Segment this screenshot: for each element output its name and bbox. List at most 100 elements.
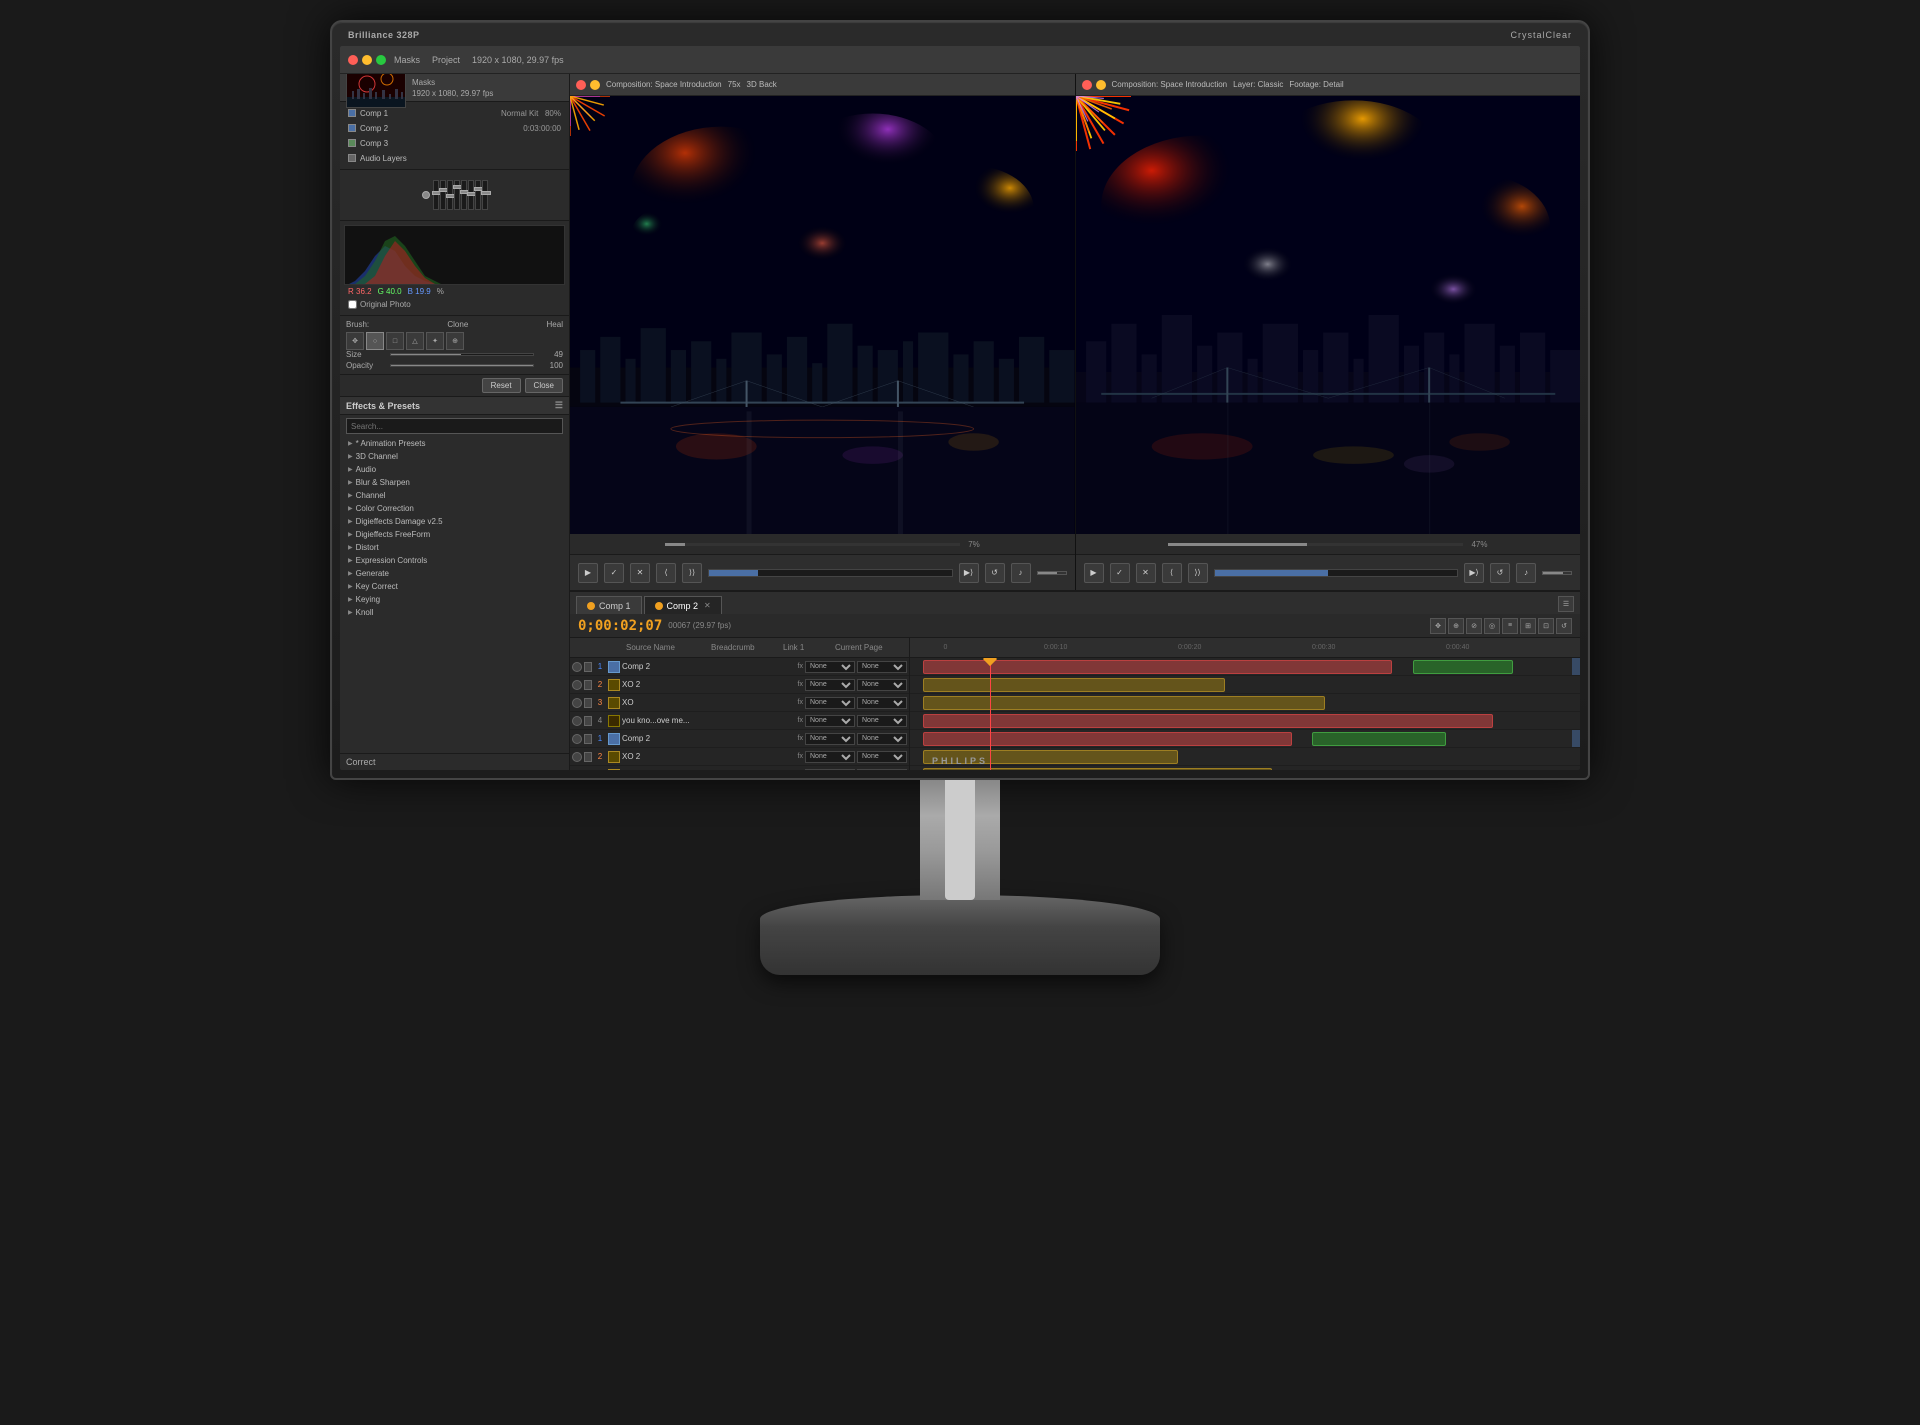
layer-row-3[interactable]: Comp 3 xyxy=(346,136,563,150)
effect-audio[interactable]: Audio xyxy=(340,463,569,476)
eye-3[interactable] xyxy=(572,716,582,726)
slider-track-1[interactable] xyxy=(433,180,439,210)
effect-keying[interactable]: Keying xyxy=(340,593,569,606)
x-btn-left[interactable]: ✕ xyxy=(630,563,650,583)
tool-brush[interactable]: ○ xyxy=(366,332,384,350)
eye-6[interactable] xyxy=(572,770,582,771)
tl-row-3[interactable]: 4 you kno...ove me... fx None xyxy=(570,712,909,730)
lock-5[interactable] xyxy=(584,752,592,762)
fx-2[interactable]: fx xyxy=(798,699,803,706)
effect-color-correction[interactable]: Color Correction xyxy=(340,502,569,515)
tl-row-6[interactable]: 3 XO fx None xyxy=(570,766,909,770)
eye-2[interactable] xyxy=(572,698,582,708)
layer-row-1[interactable]: Comp 1 Normal Kit 80% xyxy=(346,106,563,120)
fx-4[interactable]: fx xyxy=(798,735,803,742)
tl-tool-7[interactable]: ⊡ xyxy=(1538,618,1554,634)
next-btn-right[interactable]: ▶⟩ xyxy=(1464,563,1484,583)
tool-move[interactable]: ✥ xyxy=(346,332,364,350)
seek-bar-right[interactable] xyxy=(1168,543,1464,546)
page-select-2[interactable]: None xyxy=(857,697,907,709)
link1-select-2[interactable]: None xyxy=(805,697,855,709)
effect-generate[interactable]: Generate xyxy=(340,567,569,580)
tl-tool-5[interactable]: ≡ xyxy=(1502,618,1518,634)
check-btn-left[interactable]: ✓ xyxy=(604,563,624,583)
tool-rect[interactable]: □ xyxy=(386,332,404,350)
tl-tool-4[interactable]: ◎ xyxy=(1484,618,1500,634)
tool-magic[interactable]: ✦ xyxy=(426,332,444,350)
link1-select-6[interactable]: None xyxy=(805,769,855,771)
tl-row-0[interactable]: 1 Comp 2 fx None xyxy=(570,658,909,676)
close-window-btn[interactable] xyxy=(348,55,358,65)
effect-distort[interactable]: Distort xyxy=(340,541,569,554)
effect-knoll[interactable]: Knoll xyxy=(340,606,569,619)
tab-comp2[interactable]: Comp 2 ✕ xyxy=(644,596,722,614)
opacity-slider[interactable] xyxy=(390,364,534,367)
maximize-window-btn[interactable] xyxy=(376,55,386,65)
page-select-1[interactable]: None xyxy=(857,679,907,691)
check-btn-right[interactable]: ✓ xyxy=(1110,563,1130,583)
effect-digieffects-damage[interactable]: Digieffects Damage v2.5 xyxy=(340,515,569,528)
tl-tool-1[interactable]: ✥ xyxy=(1430,618,1446,634)
page-select-3[interactable]: None xyxy=(857,715,907,727)
fx-3[interactable]: fx xyxy=(798,717,803,724)
eye-0[interactable] xyxy=(572,662,582,672)
tl-tool-8[interactable]: ↺ xyxy=(1556,618,1572,634)
page-select-0[interactable]: None xyxy=(857,661,907,673)
next-frame-btn-right[interactable]: ⟩⟩ xyxy=(1188,563,1208,583)
effect-3d-channel[interactable]: 3D Channel xyxy=(340,450,569,463)
lock-3[interactable] xyxy=(584,716,592,726)
page-select-5[interactable]: None xyxy=(857,751,907,763)
tl-row-1[interactable]: 2 XO 2 fx None xyxy=(570,676,909,694)
link1-select-5[interactable]: None xyxy=(805,751,855,763)
slider-track-8[interactable] xyxy=(482,180,488,210)
eye-1[interactable] xyxy=(572,680,582,690)
minimize-window-btn[interactable] xyxy=(362,55,372,65)
eye-4[interactable] xyxy=(572,734,582,744)
next-frame-btn-left[interactable]: ⟩⟩ xyxy=(682,563,702,583)
timeline-settings-btn[interactable]: ☰ xyxy=(1558,596,1574,612)
play-btn-left[interactable]: ▶ xyxy=(578,563,598,583)
timeline-track-left[interactable] xyxy=(708,569,953,577)
tl-row-5[interactable]: 2 XO 2 fx None xyxy=(570,748,909,766)
effect-digieffects-freeform[interactable]: Digieffects FreeForm xyxy=(340,528,569,541)
eye-5[interactable] xyxy=(572,752,582,762)
close-button[interactable]: Close xyxy=(525,378,563,393)
volume-slider-left[interactable] xyxy=(1037,571,1067,575)
original-photo-checkbox[interactable] xyxy=(348,300,357,309)
effects-menu-icon[interactable]: ☰ xyxy=(555,400,563,411)
tab-close-icon[interactable]: ✕ xyxy=(704,601,711,610)
tab-comp1[interactable]: Comp 1 xyxy=(576,596,642,614)
x-btn-right[interactable]: ✕ xyxy=(1136,563,1156,583)
original-photo-row[interactable]: Original Photo xyxy=(344,298,565,311)
lock-0[interactable] xyxy=(584,662,592,672)
effect-expression-controls[interactable]: Expression Controls xyxy=(340,554,569,567)
fx-1[interactable]: fx xyxy=(798,681,803,688)
tl-row-2[interactable]: 3 XO fx None xyxy=(570,694,909,712)
slider-track-4[interactable] xyxy=(454,180,460,210)
page-select-4[interactable]: None xyxy=(857,733,907,745)
tl-row-4[interactable]: 1 Comp 2 fx None xyxy=(570,730,909,748)
loop-btn-left[interactable]: ↺ xyxy=(985,563,1005,583)
link1-select-3[interactable]: None xyxy=(805,715,855,727)
volume-btn-right[interactable]: ♪ xyxy=(1516,563,1536,583)
size-slider[interactable] xyxy=(390,353,534,356)
seek-bar-left[interactable] xyxy=(665,543,961,546)
audio-knob[interactable] xyxy=(422,191,430,199)
loop-btn-right[interactable]: ↺ xyxy=(1490,563,1510,583)
effect-key-correct[interactable]: Key Correct xyxy=(340,580,569,593)
preview-right-min[interactable] xyxy=(1096,80,1106,90)
lock-6[interactable] xyxy=(584,770,592,771)
tl-tool-6[interactable]: ⊞ xyxy=(1520,618,1536,634)
slider-track-6[interactable] xyxy=(468,180,474,210)
lock-4[interactable] xyxy=(584,734,592,744)
effects-search-input[interactable] xyxy=(346,418,563,434)
tool-clone[interactable]: ⊕ xyxy=(446,332,464,350)
effect-blur-sharpen[interactable]: Blur & Sharpen xyxy=(340,476,569,489)
volume-btn-left[interactable]: ♪ xyxy=(1011,563,1031,583)
preview-right-close[interactable] xyxy=(1082,80,1092,90)
next-btn-left[interactable]: ▶⟩ xyxy=(959,563,979,583)
layer-row-4[interactable]: Audio Layers xyxy=(346,151,563,165)
prev-btn-left[interactable]: ⟨ xyxy=(656,563,676,583)
lock-1[interactable] xyxy=(584,680,592,690)
preview-left-close[interactable] xyxy=(576,80,586,90)
